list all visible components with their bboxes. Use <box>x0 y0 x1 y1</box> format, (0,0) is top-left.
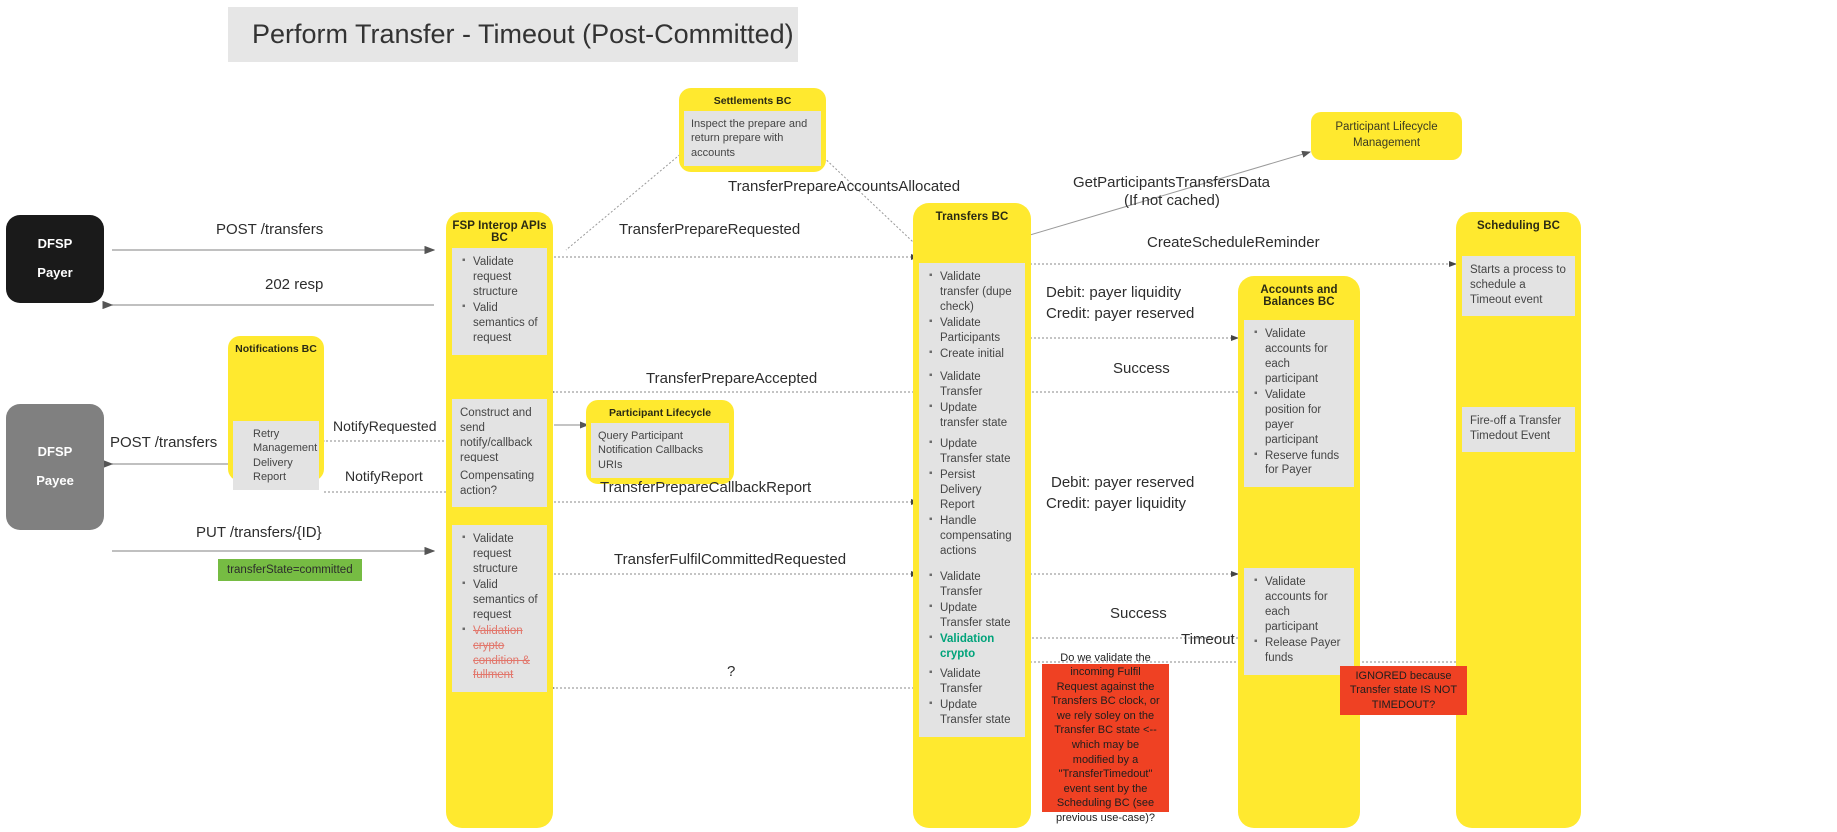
transfers-box3-item-2: Handle compensating actions <box>929 513 1017 559</box>
fsp-box-compensating-action: Compensating action? <box>452 462 547 507</box>
msg-timeout: Timeout <box>1181 631 1235 648</box>
page-title: Perform Transfer - Timeout (Post-Committ… <box>228 7 798 62</box>
fsp-box4-item-0: Validate request structure <box>462 531 539 577</box>
sched-box-fire-timedout: Fire-off a Transfer Timedout Event <box>1462 407 1575 452</box>
note-notifications-item-1: Delivery Report <box>253 456 293 483</box>
msg-success-2: Success <box>1110 605 1167 622</box>
msg-transfer-prepare-callback-report: TransferPrepareCallbackReport <box>600 479 812 496</box>
diagram-canvas: Perform Transfer - Timeout (Post-Committ… <box>0 0 1837 832</box>
actor-payer-line1: DFSP <box>37 236 73 252</box>
fsp-box-validate-fulfil: Validate request structure Valid semanti… <box>452 525 547 693</box>
lane-title-accounts-balances: Accounts and Balances BC <box>1260 284 1338 308</box>
transfers-box5-item-1: Update Transfer state <box>929 697 1017 728</box>
msg-202-resp: 202 resp <box>265 276 324 293</box>
ab-box2-item-1: Release Payer funds <box>1254 635 1346 666</box>
msg-success-1: Success <box>1113 360 1170 377</box>
ab-box1-item-2: Reserve funds for Payer <box>1254 448 1346 479</box>
actor-payer-line2: Payer <box>37 265 73 280</box>
lane-fsp-interop-apis-bc[interactable]: FSP Interop APIs BC Validate request str… <box>446 212 553 828</box>
msg-notify-report: NotifyReport <box>345 468 423 484</box>
lane-scheduling-bc[interactable]: Scheduling BC Starts a process to schedu… <box>1456 212 1581 828</box>
note-settlements-bc[interactable]: Settlements BC Inspect the prepare and r… <box>679 88 826 172</box>
sched-box-start-timeout: Starts a process to schedule a Timeout e… <box>1462 256 1575 316</box>
note-settlements-body: Inspect the prepare and return prepare w… <box>684 111 821 166</box>
transfers-box-validate-update: Validate Transfer Update Transfer state <box>919 660 1025 737</box>
msg-put-transfers-id: PUT /transfers/{ID} <box>196 524 322 541</box>
transfers-box1-item-0: Validate transfer (dupe check) <box>929 269 1017 315</box>
note-notifications-title: Notifications BC <box>235 343 317 355</box>
fsp-box-validate-request: Validate request structure Valid semanti… <box>452 248 547 355</box>
msg-create-schedule-reminder: CreateScheduleReminder <box>1147 234 1320 251</box>
msg-credit-payer-reserved: Credit: payer reserved <box>1046 305 1195 322</box>
ab-box1-item-1: Validate position for payer participant <box>1254 387 1346 448</box>
transfers-box5-item-0: Validate Transfer <box>929 666 1017 697</box>
msg-get-participants-transfers-data: GetParticipantsTransfersData <box>1073 174 1271 191</box>
lane-title-transfers: Transfers BC <box>935 211 1009 223</box>
lane-title-scheduling: Scheduling BC <box>1476 220 1561 232</box>
transfers-box3-item-0: Update Transfer state <box>929 436 1017 467</box>
ab-box-reserve-funds: Validate accounts for each participant V… <box>1244 320 1354 488</box>
msg-question-mark: ? <box>727 663 736 680</box>
msg-credit-payer-liquidity: Credit: payer liquidity <box>1046 495 1187 512</box>
actor-payee-line2: Payee <box>36 473 74 488</box>
note-participant-lifecycle-body: Query Participant Notification Callbacks… <box>591 423 729 478</box>
msg-notify-requested: NotifyRequested <box>333 418 437 434</box>
ab-box2-item-0: Validate accounts for each participant <box>1254 574 1346 635</box>
fsp-box1-item-1: Valid semantics of request <box>462 300 539 346</box>
transfers-box4-item-1: Update Transfer state <box>929 600 1017 631</box>
msg-debit-payer-reserved: Debit: payer reserved <box>1051 474 1195 491</box>
msg-transfer-fulfil-committed-requested: TransferFulfilCommittedRequested <box>614 551 847 568</box>
note-participant-lifecycle-management[interactable]: Participant Lifecycle Management <box>1311 112 1462 160</box>
msg-debit-payer-liquidity: Debit: payer liquidity <box>1046 284 1182 301</box>
note-participant-lifecycle-title: Participant Lifecycle <box>608 407 712 419</box>
ab-box1-item-0: Validate accounts for each participant <box>1254 326 1346 387</box>
note-settlements-title: Settlements BC <box>713 95 792 107</box>
note-notifications-item-0: Retry Management <box>253 428 318 455</box>
actor-payee-line1: DFSP <box>37 444 73 460</box>
msg-transfer-prepare-accepted: TransferPrepareAccepted <box>646 370 818 387</box>
callout-fulfil-clock-question: Do we validate the incoming Fulfil Reque… <box>1042 652 1169 824</box>
transfers-box-persist-delivery: Update Transfer state Persist Delivery R… <box>919 430 1025 568</box>
badge-transfer-state-committed: transferState=committed <box>218 559 362 581</box>
lane-title-fsp: FSP Interop APIs BC <box>452 220 547 244</box>
transfers-box2-item-1: Update transfer state <box>929 400 1017 431</box>
note-notifications-bc[interactable]: Notifications BC Retry Management Delive… <box>228 336 324 491</box>
transfers-box2-item-0: Validate Transfer <box>929 369 1017 400</box>
callout-ignored-timeout: IGNORED because Transfer state IS NOT TI… <box>1340 666 1467 715</box>
actor-dfsp-payer: DFSP Payer <box>6 215 104 303</box>
fsp-box1-item-0: Validate request structure <box>462 254 539 300</box>
msg-transfer-prepare-requested: TransferPrepareRequested <box>619 221 801 238</box>
transfers-box1-item-1: Validate Participants <box>929 315 1017 346</box>
transfers-box3-item-1: Persist Delivery Report <box>929 467 1017 513</box>
msg-post-transfers-payer: POST /transfers <box>216 221 324 238</box>
transfers-box4-item-0: Validate Transfer <box>929 569 1017 600</box>
msg-get-participants-transfers-data-sub: (If not cached) <box>1124 192 1220 209</box>
lane-transfers-bc[interactable]: Transfers BC Validate transfer (dupe che… <box>913 203 1031 828</box>
msg-transfer-prepare-accounts-allocated: TransferPrepareAccountsAllocated <box>728 178 961 195</box>
actor-dfsp-payee: DFSP Payee <box>6 404 104 530</box>
fsp-box4-struck-0: Validation crypto condition & fullment <box>462 623 539 684</box>
note-notifications-body: Retry Management Delivery Report <box>233 421 319 491</box>
note-participant-lifecycle[interactable]: Participant Lifecycle Query Participant … <box>586 400 734 484</box>
ab-box-release-funds: Validate accounts for each participant R… <box>1244 568 1354 675</box>
fsp-box4-item-1: Valid semantics of request <box>462 577 539 623</box>
lane-accounts-and-balances-bc[interactable]: Accounts and Balances BC Validate accoun… <box>1238 276 1360 828</box>
msg-post-transfers-payee: POST /transfers <box>110 434 218 451</box>
transfers-box-update-state: Validate Transfer Update transfer state <box>919 363 1025 440</box>
